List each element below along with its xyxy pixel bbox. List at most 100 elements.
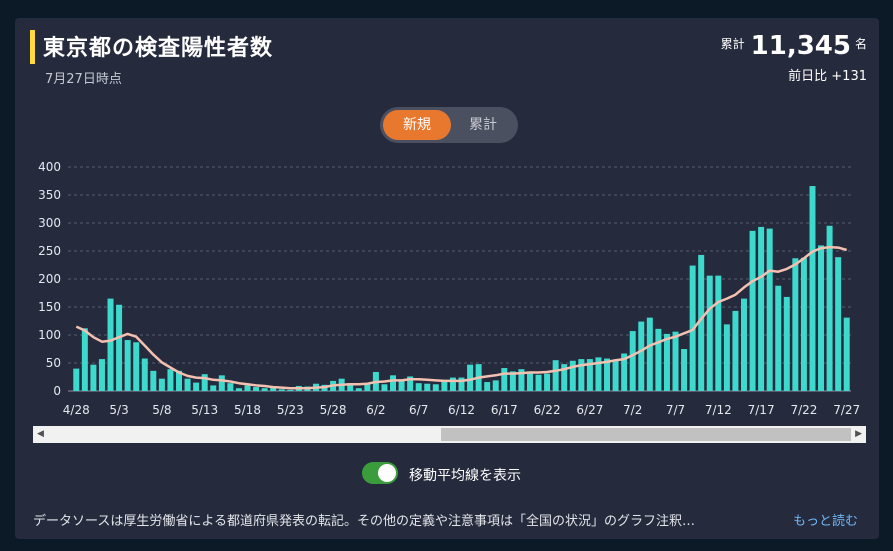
bar-6/13[interactable] (467, 364, 474, 391)
bar-5/14[interactable] (210, 385, 217, 391)
y-tick-label: 150 (38, 300, 61, 314)
bar-7/18[interactable] (766, 228, 773, 391)
bar-7/21[interactable] (792, 258, 799, 391)
x-tick-label: 7/27 (833, 403, 860, 417)
bar-6/8[interactable] (424, 383, 431, 391)
bar-6/15[interactable] (484, 382, 491, 391)
bar-6/7[interactable] (415, 383, 422, 391)
bar-7/20[interactable] (783, 296, 790, 391)
bar-7/3[interactable] (638, 321, 645, 391)
bar-7/23[interactable] (809, 186, 816, 391)
y-tick-label: 250 (38, 244, 61, 258)
bar-6/30[interactable] (612, 360, 619, 391)
bar-7/27[interactable] (843, 317, 850, 391)
bar-5/19[interactable] (253, 387, 260, 391)
bar-7/15[interactable] (740, 298, 747, 391)
x-tick-label: 5/13 (191, 403, 218, 417)
bar-7/2[interactable] (629, 331, 636, 391)
bar-4/29[interactable] (81, 328, 88, 391)
read-more-link[interactable]: もっと読む (793, 510, 858, 529)
bar-5/22[interactable] (278, 389, 285, 391)
card-title: 東京都の検査陽性者数 (43, 36, 274, 61)
bar-7/24[interactable] (818, 245, 825, 391)
bar-5/15[interactable] (218, 375, 225, 391)
x-tick-label: 6/2 (366, 403, 385, 417)
bar-7/11[interactable] (706, 275, 713, 391)
bar-5/5[interactable] (133, 342, 140, 391)
bar-6/20[interactable] (526, 371, 533, 391)
bar-7/13[interactable] (723, 324, 730, 391)
total-summary: 累計 11,345 名 (721, 31, 867, 61)
bar-4/30[interactable] (90, 364, 97, 391)
bar-5/7[interactable] (150, 370, 157, 391)
bar-5/18[interactable] (244, 385, 251, 391)
bar-7/5[interactable] (655, 328, 662, 391)
x-tick-label: 6/12 (448, 403, 475, 417)
bar-5/31[interactable] (355, 388, 362, 391)
y-tick-label: 200 (38, 272, 61, 286)
bar-7/26[interactable] (835, 257, 842, 391)
bar-7/16[interactable] (749, 230, 756, 391)
y-tick-label: 350 (38, 188, 61, 202)
chart-card: 東京都の検査陽性者数 7月27日時点 累計 11,345 名 前日比 +131 新規… (15, 18, 879, 539)
y-tick-label: 400 (38, 160, 61, 174)
bar-6/21[interactable] (535, 374, 542, 391)
scroll-right-arrow-icon[interactable]: ▶ (855, 429, 862, 440)
bar-6/23[interactable] (552, 360, 559, 391)
x-tick-label: 6/17 (491, 403, 518, 417)
bar-5/13[interactable] (201, 374, 208, 391)
bar-6/22[interactable] (544, 373, 551, 391)
as-of-date: 7月27日時点 (45, 72, 122, 87)
view-toggle: 新規 累計 (380, 107, 518, 143)
bar-7/19[interactable] (775, 285, 782, 391)
bar-5/17[interactable] (235, 388, 242, 391)
bar-6/9[interactable] (432, 384, 439, 391)
bar-5/11[interactable] (184, 378, 191, 391)
bar-7/4[interactable] (646, 317, 653, 391)
x-tick-label: 5/3 (109, 403, 128, 417)
bar-5/8[interactable] (158, 378, 165, 391)
bar-5/12[interactable] (193, 382, 200, 391)
title-accent-bar (30, 30, 35, 64)
bar-5/6[interactable] (141, 358, 148, 391)
x-tick-label: 7/7 (666, 403, 685, 417)
total-value: 11,345 (750, 31, 851, 61)
bar-5/4[interactable] (124, 340, 131, 391)
x-tick-label: 6/22 (534, 403, 561, 417)
bar-7/17[interactable] (758, 226, 765, 391)
bar-5/20[interactable] (261, 388, 268, 391)
bar-7/8[interactable] (681, 349, 688, 391)
bar-4/28[interactable] (73, 368, 80, 391)
chart-horizontal-scrollbar[interactable]: ◀ ▶ (33, 426, 866, 443)
bar-5/23[interactable] (287, 389, 294, 391)
toggle-new-button[interactable]: 新規 (383, 110, 451, 140)
bar-7/25[interactable] (826, 225, 833, 391)
toggle-cumulative-button[interactable]: 累計 (450, 110, 516, 140)
bar-6/4[interactable] (390, 375, 397, 391)
x-tick-label: 5/23 (277, 403, 304, 417)
bar-5/16[interactable] (227, 383, 234, 391)
moving-average-line (75, 245, 848, 390)
bar-6/17[interactable] (501, 368, 508, 391)
bar-7/7[interactable] (672, 331, 679, 391)
bar-5/9[interactable] (167, 369, 174, 391)
y-tick-label: 0 (53, 384, 61, 398)
bar-7/12[interactable] (715, 275, 722, 391)
bar-5/3[interactable] (116, 304, 123, 391)
scrollbar-thumb[interactable] (441, 428, 851, 441)
moving-average-toggle[interactable] (362, 462, 398, 484)
daily-cases-chart: 0 50 100 150 200 250 300 350 400 4/28 5/3 5/8 5/13 5… (38, 160, 860, 417)
bar-6/11[interactable] (449, 377, 456, 391)
bar-5/1[interactable] (98, 359, 105, 391)
x-tick-label: 4/28 (63, 403, 90, 417)
bar-6/3[interactable] (381, 384, 388, 391)
x-tick-label: 6/7 (409, 403, 428, 417)
x-tick-label: 7/17 (748, 403, 775, 417)
x-tick-label: 7/12 (705, 403, 732, 417)
bar-7/6[interactable] (663, 333, 670, 391)
bar-5/2[interactable] (107, 298, 114, 391)
bar-7/14[interactable] (732, 310, 739, 391)
bar-7/22[interactable] (800, 257, 807, 391)
bar-6/16[interactable] (492, 380, 499, 391)
scroll-left-arrow-icon[interactable]: ◀ (37, 429, 44, 440)
